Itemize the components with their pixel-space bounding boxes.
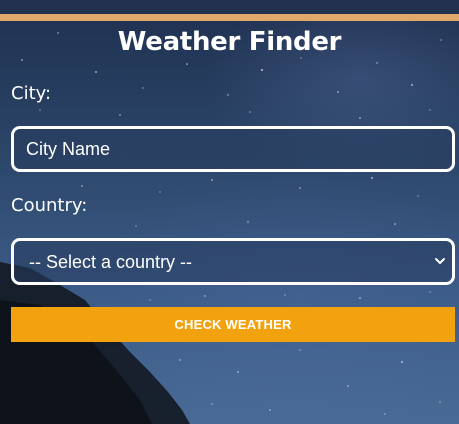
app-title: Weather Finder <box>117 27 342 57</box>
top-strip <box>0 0 459 14</box>
check-weather-button[interactable]: CHECK WEATHER <box>11 307 455 342</box>
country-select-value: -- Select a country -- <box>29 252 193 272</box>
country-select[interactable]: -- Select a country -- <box>11 238 455 285</box>
city-label: City: <box>11 83 52 104</box>
country-label: Country: <box>11 195 88 216</box>
city-input[interactable] <box>11 126 455 172</box>
accent-bar <box>0 14 459 21</box>
chevron-down-icon <box>435 258 445 264</box>
